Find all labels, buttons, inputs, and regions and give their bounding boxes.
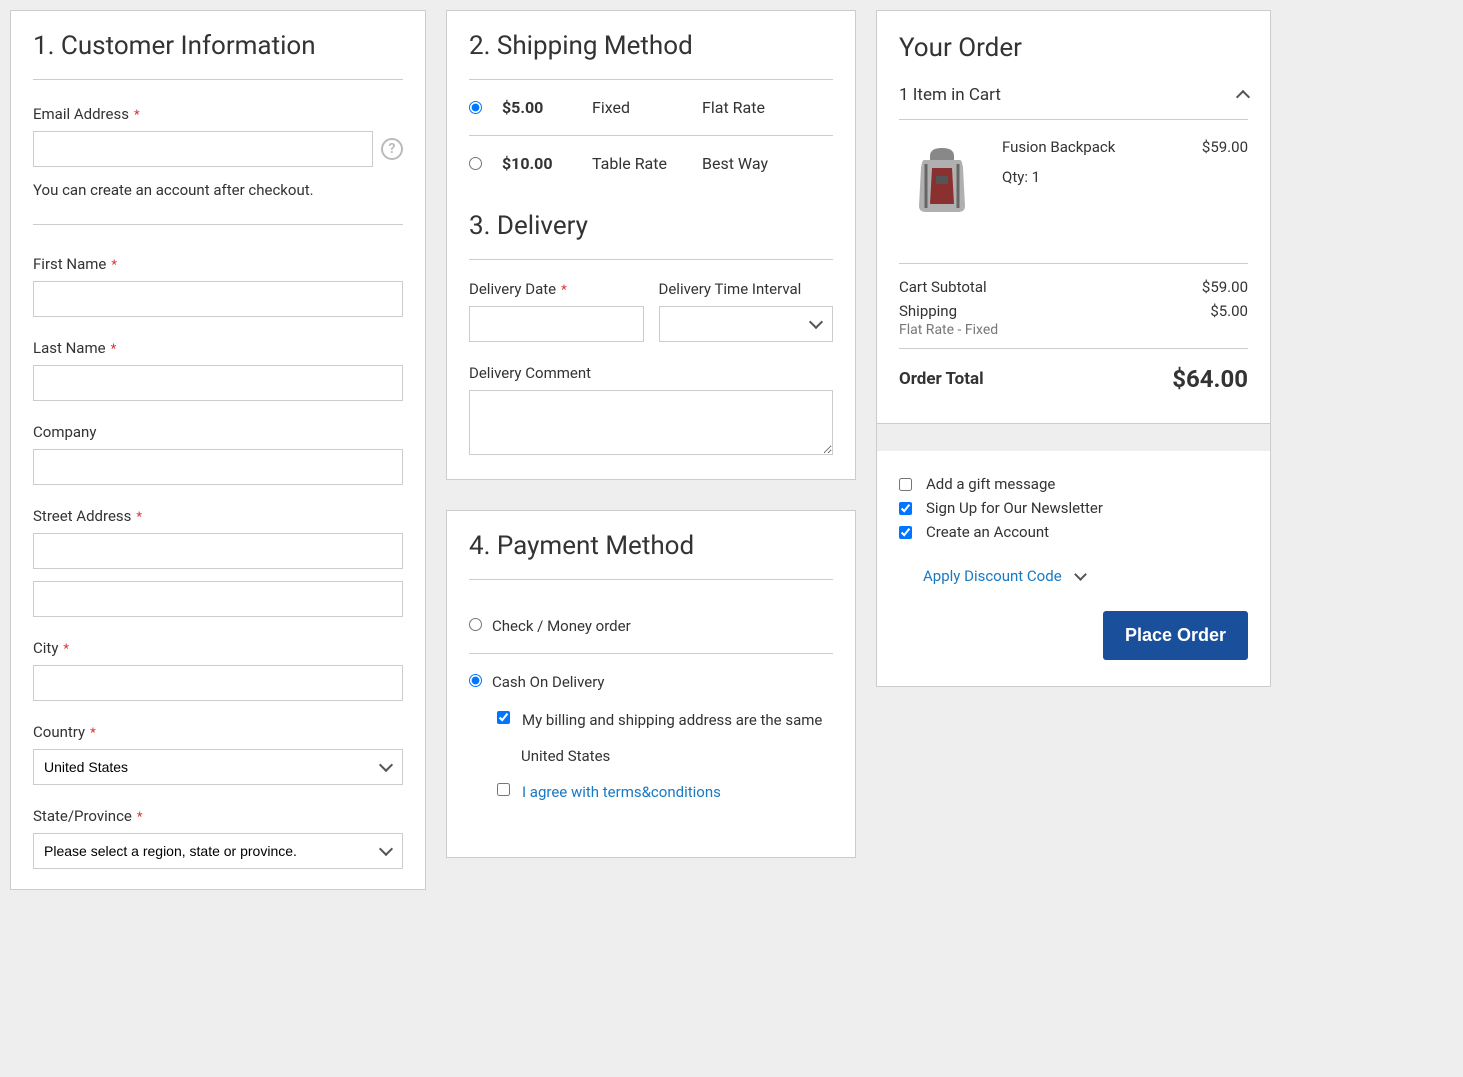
billing-same-checkbox[interactable] xyxy=(497,711,510,724)
item-name: Fusion Backpack xyxy=(1002,138,1115,156)
shipping-radio-flat-rate[interactable] xyxy=(469,101,482,114)
divider xyxy=(33,224,403,225)
shipping-heading: 2. Shipping Method xyxy=(469,31,833,80)
subtotal-label: Cart Subtotal xyxy=(899,278,987,296)
shipping-carrier: Best Way xyxy=(702,154,768,173)
payment-heading: 4. Payment Method xyxy=(469,531,833,580)
delivery-interval-select[interactable] xyxy=(659,306,834,342)
shipping-option-flat-rate[interactable]: $5.00 Fixed Flat Rate xyxy=(469,98,833,136)
shipping-method: Fixed xyxy=(592,98,702,117)
delivery-comment-field[interactable] xyxy=(469,390,833,455)
chevron-up-icon xyxy=(1236,90,1250,104)
backpack-icon xyxy=(912,146,972,216)
newsletter-label: Sign Up for Our Newsletter xyxy=(926,499,1103,517)
city-field[interactable] xyxy=(33,665,403,701)
email-note: You can create an account after checkout… xyxy=(33,181,403,199)
payment-card: 4. Payment Method Check / Money order Ca… xyxy=(446,510,856,858)
street2-field[interactable] xyxy=(33,581,403,617)
create-account-checkbox[interactable] xyxy=(899,526,912,539)
delivery-comment-label: Delivery Comment xyxy=(469,364,833,382)
order-total-label: Order Total xyxy=(899,369,984,389)
shipping-value: $5.00 xyxy=(1210,302,1248,338)
shipping-carrier: Flat Rate xyxy=(702,98,765,117)
terms-link[interactable]: I agree with terms&conditions xyxy=(522,783,721,801)
state-label: State/Province xyxy=(33,807,403,825)
last-name-label: Last Name xyxy=(33,339,403,357)
delivery-date-field[interactable] xyxy=(469,306,644,342)
billing-country: United States xyxy=(521,747,833,765)
shipping-sublabel: Flat Rate - Fixed xyxy=(899,322,998,338)
delivery-heading: 3. Delivery xyxy=(469,211,833,260)
shipping-option-best-way[interactable]: $10.00 Table Rate Best Way xyxy=(469,136,833,191)
payment-option-check[interactable]: Check / Money order xyxy=(469,598,833,654)
subtotal-value: $59.00 xyxy=(1202,278,1248,296)
customer-heading: 1. Customer Information xyxy=(33,31,403,80)
email-label: Email Address xyxy=(33,105,403,123)
street1-field[interactable] xyxy=(33,533,403,569)
city-label: City xyxy=(33,639,403,657)
state-select[interactable]: Please select a region, state or provinc… xyxy=(33,833,403,869)
shipping-price: $5.00 xyxy=(502,98,592,117)
shipping-price: $10.00 xyxy=(502,154,592,173)
order-total-value: $64.00 xyxy=(1172,365,1248,393)
last-name-field[interactable] xyxy=(33,365,403,401)
first-name-label: First Name xyxy=(33,255,403,273)
discount-label: Apply Discount Code xyxy=(923,567,1062,585)
payment-radio-check[interactable] xyxy=(469,618,482,631)
shipping-delivery-card: 2. Shipping Method $5.00 Fixed Flat Rate… xyxy=(446,10,856,480)
shipping-label: Shipping xyxy=(899,302,957,320)
delivery-interval-label: Delivery Time Interval xyxy=(659,280,834,298)
cart-item: Fusion Backpack Qty: 1 $59.00 xyxy=(899,138,1248,223)
order-summary-card: Your Order 1 Item in Cart xyxy=(876,10,1271,687)
order-heading: Your Order xyxy=(899,33,1248,63)
company-field[interactable] xyxy=(33,449,403,485)
terms-checkbox[interactable] xyxy=(497,783,510,796)
discount-toggle[interactable]: Apply Discount Code xyxy=(899,567,1248,585)
billing-same-label: My billing and shipping address are the … xyxy=(522,711,822,729)
chevron-down-icon xyxy=(1074,568,1087,581)
item-price: $59.00 xyxy=(1202,138,1248,223)
newsletter-checkbox[interactable] xyxy=(899,502,912,515)
payment-option-cod[interactable]: Cash On Delivery My billing and shipping… xyxy=(469,654,833,837)
item-qty: Qty: 1 xyxy=(1002,168,1115,186)
create-account-label: Create an Account xyxy=(926,523,1049,541)
first-name-field[interactable] xyxy=(33,281,403,317)
gift-label: Add a gift message xyxy=(926,475,1055,493)
shipping-method: Table Rate xyxy=(592,154,702,173)
gift-checkbox[interactable] xyxy=(899,478,912,491)
company-label: Company xyxy=(33,423,403,441)
country-label: Country xyxy=(33,723,403,741)
country-select[interactable]: United States xyxy=(33,749,403,785)
help-icon[interactable]: ? xyxy=(381,138,403,160)
product-image xyxy=(899,138,984,223)
delivery-date-label: Delivery Date xyxy=(469,280,644,298)
cart-count: 1 Item in Cart xyxy=(899,85,1001,105)
separator-band xyxy=(877,423,1270,451)
customer-info-card: 1. Customer Information Email Address ? … xyxy=(10,10,426,890)
cart-toggle[interactable]: 1 Item in Cart xyxy=(899,85,1248,120)
payment-radio-cod[interactable] xyxy=(469,674,482,687)
shipping-radio-best-way[interactable] xyxy=(469,157,482,170)
email-field[interactable] xyxy=(33,131,373,167)
place-order-button[interactable]: Place Order xyxy=(1103,611,1248,660)
street-label: Street Address xyxy=(33,507,403,525)
